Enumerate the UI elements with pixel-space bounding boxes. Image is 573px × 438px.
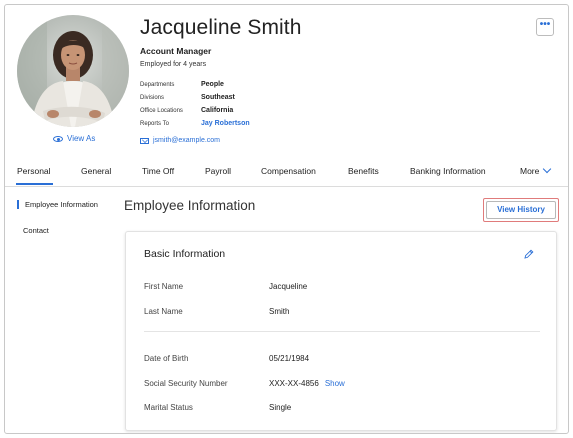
field-value-first-name: Jacqueline <box>269 282 308 291</box>
fact-value: California <box>201 107 234 114</box>
show-ssn-link[interactable]: Show <box>325 379 345 388</box>
reports-to-link[interactable]: Jay Robertson <box>201 120 250 127</box>
field-label-marital-status: Marital Status <box>144 403 193 412</box>
fact-row-divisions: Divisions Southeast <box>140 91 250 104</box>
view-as-label: View As <box>67 134 96 143</box>
tab-benefits[interactable]: Benefits <box>348 166 379 176</box>
tab-payroll[interactable]: Payroll <box>205 166 231 176</box>
tab-personal[interactable]: Personal <box>17 166 51 176</box>
tab-bar: Personal General Time Off Payroll Compen… <box>5 157 568 187</box>
chevron-down-icon <box>543 164 552 174</box>
fact-value: Southeast <box>201 94 235 101</box>
eye-icon <box>53 135 63 142</box>
employee-facts: Departments People Divisions Southeast O… <box>140 78 250 130</box>
ssn-masked-value: XXX-XX-4856 <box>269 379 319 388</box>
field-value-date-of-birth: 05/21/1984 <box>269 354 310 363</box>
envelope-icon <box>140 137 149 144</box>
view-history-button[interactable]: View History <box>486 201 556 219</box>
email-link[interactable]: jsmith@example.com <box>140 137 220 144</box>
tab-compensation[interactable]: Compensation <box>261 166 316 176</box>
fact-row-departments: Departments People <box>140 78 250 91</box>
tab-time-off[interactable]: Time Off <box>142 166 174 176</box>
more-dots-icon: ••• <box>539 19 551 30</box>
avatar <box>17 15 129 127</box>
field-value-ssn: XXX-XX-4856 Show <box>269 379 345 388</box>
sidebar-item-employee-information[interactable]: Employee Information <box>17 200 98 209</box>
fact-label: Departments <box>140 81 175 88</box>
field-label-ssn: Social Security Number <box>144 379 228 388</box>
pencil-icon[interactable] <box>524 249 534 259</box>
basic-information-card: Basic Information First Name Jacqueline … <box>125 231 557 431</box>
fact-label: Office Locations <box>140 107 183 114</box>
fact-row-reports-to: Reports To Jay Robertson <box>140 117 250 130</box>
fact-label: Reports To <box>140 120 169 127</box>
active-tab-indicator <box>16 183 53 185</box>
view-as-link[interactable]: View As <box>53 134 95 143</box>
sidebar-item-contact[interactable]: Contact <box>17 226 49 235</box>
job-title: Account Manager <box>140 46 212 56</box>
employee-name: Jacqueline Smith <box>140 16 302 39</box>
more-options-button[interactable]: ••• <box>536 18 554 36</box>
fact-row-office-locations: Office Locations California <box>140 104 250 117</box>
field-value-marital-status: Single <box>269 403 292 412</box>
tab-more[interactable]: More <box>520 164 552 176</box>
divider <box>144 331 540 332</box>
field-label-first-name: First Name <box>144 282 184 291</box>
field-value-last-name: Smith <box>269 307 290 316</box>
email-label: jsmith@example.com <box>153 137 221 144</box>
fact-value: People <box>201 81 224 88</box>
profile-page: View As Jacqueline Smith Account Manager… <box>4 4 569 434</box>
tab-more-label: More <box>520 166 540 176</box>
field-label-date-of-birth: Date of Birth <box>144 354 189 363</box>
fact-label: Divisions <box>140 94 165 101</box>
employment-duration: Employed for 4 years <box>140 61 207 68</box>
card-title: Basic Information <box>144 248 226 260</box>
tab-banking-information[interactable]: Banking Information <box>410 166 486 176</box>
field-label-last-name: Last Name <box>144 307 183 316</box>
view-history-highlight: View History <box>483 198 559 222</box>
section-title: Employee Information <box>124 198 256 213</box>
tab-general[interactable]: General <box>81 166 111 176</box>
